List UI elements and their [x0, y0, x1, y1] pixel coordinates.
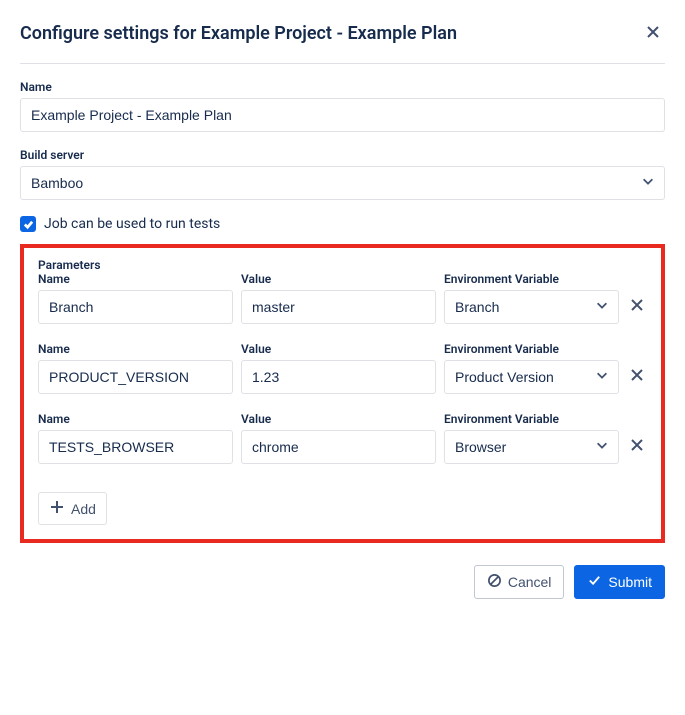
param-value-input[interactable] — [241, 290, 436, 324]
remove-parameter-button[interactable] — [627, 359, 647, 394]
param-name-label: Name — [38, 342, 233, 356]
param-env-select[interactable] — [444, 430, 619, 464]
param-name-input[interactable] — [38, 430, 233, 464]
name-label: Name — [20, 80, 665, 94]
param-env-label: Environment Variable — [444, 272, 619, 286]
name-input[interactable] — [20, 98, 665, 132]
check-icon — [23, 219, 34, 230]
param-value-label: Value — [241, 412, 436, 426]
remove-parameter-button[interactable] — [627, 289, 647, 324]
parameters-title: Parameters — [38, 258, 647, 272]
param-env-select[interactable] — [444, 360, 619, 394]
add-button-label: Add — [71, 501, 96, 517]
param-name-input[interactable] — [38, 360, 233, 394]
parameter-row: Name Value Environment Variable — [38, 272, 647, 324]
build-server-label: Build server — [20, 148, 665, 162]
parameter-row: Name Value Environment Variable — [38, 412, 647, 464]
param-name-input[interactable] — [38, 290, 233, 324]
parameter-row: Name Value Environment Variable — [38, 342, 647, 394]
check-icon — [587, 573, 602, 591]
dialog-title: Configure settings for Example Project -… — [20, 23, 457, 44]
param-value-label: Value — [241, 342, 436, 356]
cancel-icon — [487, 573, 502, 591]
add-parameter-button[interactable]: Add — [38, 492, 107, 525]
param-value-input[interactable] — [241, 360, 436, 394]
param-value-input[interactable] — [241, 430, 436, 464]
param-env-label: Environment Variable — [444, 342, 619, 356]
close-icon — [645, 24, 661, 43]
close-icon — [629, 437, 645, 456]
run-tests-checkbox[interactable] — [20, 216, 36, 232]
cancel-button[interactable]: Cancel — [474, 565, 565, 599]
submit-label: Submit — [608, 574, 652, 590]
cancel-label: Cancel — [508, 574, 552, 590]
param-name-label: Name — [38, 272, 233, 286]
param-env-label: Environment Variable — [444, 412, 619, 426]
parameters-section: Parameters Name Value Environment Variab… — [20, 244, 665, 543]
run-tests-label: Job can be used to run tests — [44, 216, 220, 232]
build-server-select[interactable] — [20, 166, 665, 200]
param-env-select[interactable] — [444, 290, 619, 324]
close-icon — [629, 297, 645, 316]
submit-button[interactable]: Submit — [574, 565, 665, 599]
remove-parameter-button[interactable] — [627, 429, 647, 464]
close-button[interactable] — [641, 20, 665, 47]
close-icon — [629, 367, 645, 386]
param-value-label: Value — [241, 272, 436, 286]
plus-icon — [49, 499, 65, 518]
param-name-label: Name — [38, 412, 233, 426]
